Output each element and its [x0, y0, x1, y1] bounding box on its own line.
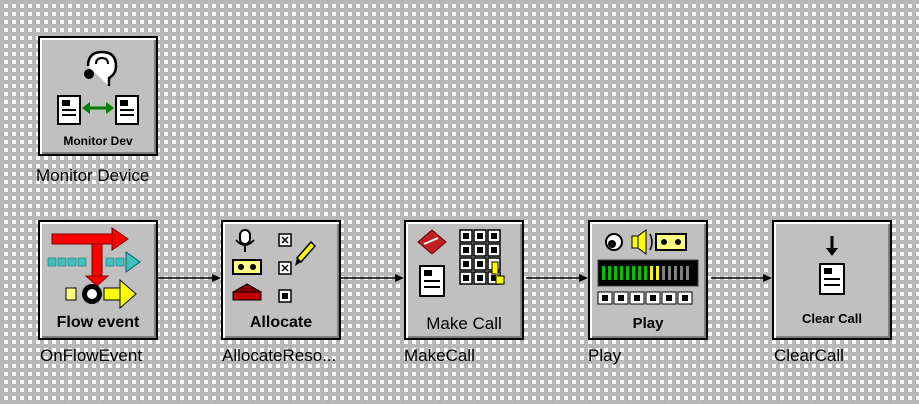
monitor-device-label: Monitor Device	[36, 166, 150, 185]
make-call-label: MakeCall	[404, 346, 475, 365]
clear-call-label: ClearCall	[774, 346, 844, 365]
play-label: Play	[588, 346, 622, 365]
allocate-label: AllocateReso...	[222, 346, 337, 365]
flow-event-caption: Flow event	[56, 314, 140, 331]
allocate-caption: Allocate	[249, 314, 313, 331]
connector-arrow-4	[763, 274, 772, 282]
flow-event-node[interactable]: Flow event	[38, 220, 158, 340]
make-call-caption: Make Call	[426, 314, 502, 333]
connector-arrow-1	[212, 274, 221, 282]
make-call-node[interactable]: Make Call	[404, 220, 524, 340]
monitor-device-node[interactable]: Monitor Dev	[38, 36, 158, 156]
clear-call-caption: Clear Call	[802, 311, 862, 326]
play-caption: Play	[632, 315, 664, 332]
connector-arrow-3	[579, 274, 588, 282]
monitor-device-caption: Monitor Dev	[63, 134, 133, 148]
flow-event-label: OnFlowEvent	[40, 346, 143, 365]
connector-arrow-2	[395, 274, 404, 282]
clear-call-node[interactable]: Clear Call	[772, 220, 892, 340]
play-node[interactable]: Play	[588, 220, 708, 340]
allocate-node[interactable]: Allocate	[221, 220, 341, 340]
